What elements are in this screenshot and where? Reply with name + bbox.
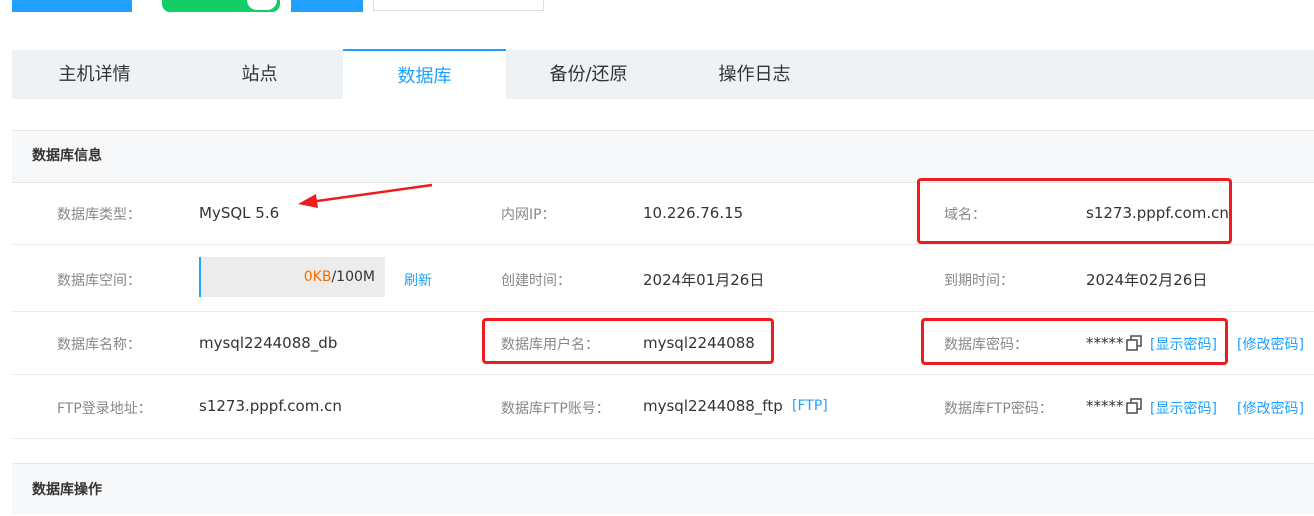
top-secondary-button[interactable] (291, 0, 363, 12)
db-name-value: mysql2244088_db (199, 334, 338, 352)
created-time-value: 2024年01月26日 (643, 271, 765, 289)
tab-host-details[interactable]: 主机详情 (12, 50, 177, 99)
annotation-box-db-password (921, 318, 1228, 365)
db-type-label: 数据库类型： (57, 207, 141, 223)
tab-database[interactable]: 数据库 (343, 49, 506, 101)
annotation-box-domain (917, 178, 1232, 244)
tab-sites[interactable]: 站点 (177, 50, 342, 99)
annotation-arrow (298, 183, 433, 208)
db-space-total: /100M (331, 269, 375, 285)
refresh-link[interactable]: 刷新 (404, 270, 432, 290)
db-space-label: 数据库空间： (57, 273, 141, 289)
ftp-address-label: FTP登录地址： (57, 401, 152, 417)
toggle-knob (247, 0, 277, 10)
row-divider (12, 374, 1314, 375)
internal-ip-label: 内网IP： (501, 207, 556, 223)
section-header: 数据库信息 (12, 131, 1314, 183)
db-name-label: 数据库名称： (57, 337, 141, 353)
ftp-link[interactable]: [FTP] (792, 398, 828, 414)
ftp-address-value: s1273.pppf.com.cn (199, 397, 342, 415)
row-divider (12, 244, 1314, 245)
db-type-value: MySQL 5.6 (199, 204, 280, 222)
ftp-account-label: 数据库FTP账号： (501, 401, 610, 417)
row-divider (12, 311, 1314, 312)
top-toggle-switch[interactable] (162, 0, 280, 12)
created-time-label: 创建时间： (501, 273, 571, 289)
ftp-account-value: mysql2244088_ftp (643, 397, 783, 415)
top-primary-button[interactable] (12, 0, 132, 12)
annotation-box-db-username (482, 318, 774, 364)
expire-time-value: 2024年02月26日 (1086, 271, 1208, 289)
change-password-link[interactable]: [修改密码] (1237, 334, 1304, 354)
tab-bar: 主机详情 站点 数据库 备份/还原 操作日志 (12, 49, 1314, 101)
internal-ip-value: 10.226.76.15 (643, 204, 744, 222)
db-space-used: 0KB (303, 269, 332, 285)
tab-backup-restore[interactable]: 备份/还原 (506, 50, 671, 99)
top-input-field[interactable] (373, 0, 544, 11)
ftp-password-value: ***** (1086, 397, 1124, 415)
database-operations-section: 数据库操作 (12, 463, 1314, 514)
section-title: 数据库信息 (32, 148, 102, 164)
expire-time-label: 到期时间： (944, 273, 1014, 289)
tab-operation-log[interactable]: 操作日志 (671, 50, 838, 99)
db-space-progress-bar: 0KB/100M (199, 257, 385, 297)
row-divider (12, 438, 1314, 439)
ftp-change-password-link[interactable]: [修改密码] (1237, 398, 1304, 418)
section-title-operations: 数据库操作 (32, 482, 102, 498)
ftp-show-password-link[interactable]: [显示密码] (1150, 398, 1217, 418)
copy-icon[interactable] (1126, 398, 1142, 414)
ftp-password-label: 数据库FTP密码： (944, 401, 1053, 417)
